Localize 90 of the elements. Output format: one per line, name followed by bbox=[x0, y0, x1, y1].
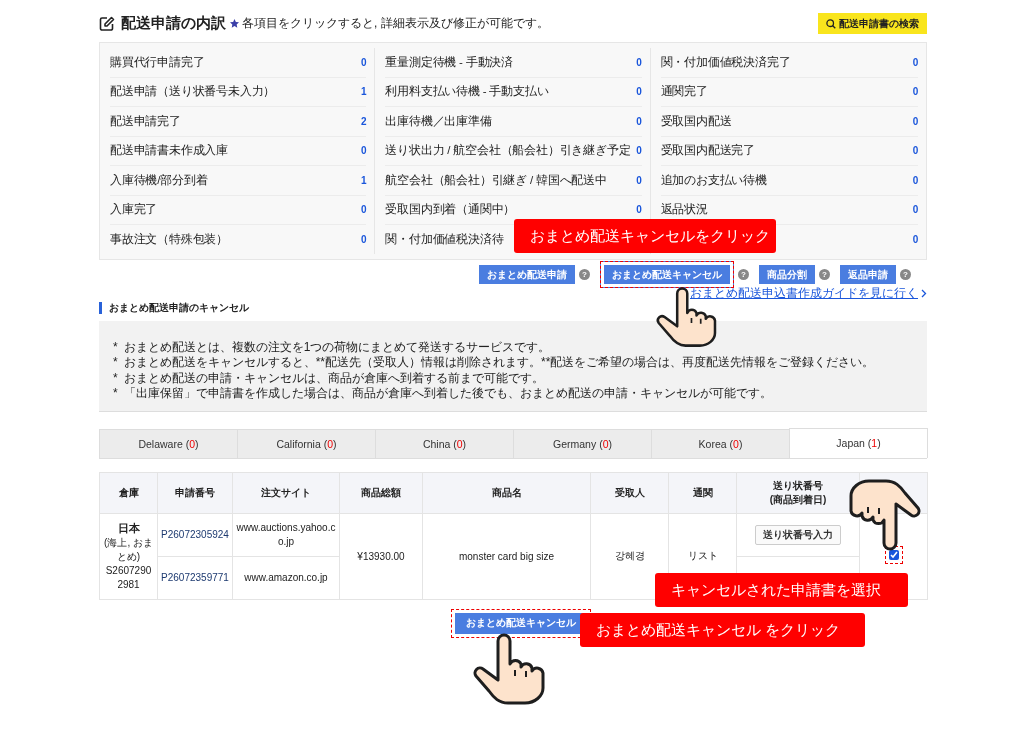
column-header: 倉庫 bbox=[99, 472, 158, 513]
column-header: 通関 bbox=[668, 472, 737, 513]
status-label[interactable]: 配送申請書未作成入庫 bbox=[110, 143, 228, 159]
help-icon[interactable]: ? bbox=[738, 269, 749, 280]
status-count[interactable]: 0 bbox=[360, 204, 367, 216]
status-label[interactable]: 通関完了 bbox=[660, 84, 708, 100]
help-icon[interactable]: ? bbox=[900, 269, 911, 280]
status-label[interactable]: 関・付加価値税決済完了 bbox=[660, 54, 791, 70]
column-header: 送り状番号 (商品到着日) bbox=[736, 472, 860, 513]
status-count[interactable]: 0 bbox=[912, 204, 918, 216]
status-count[interactable]: 0 bbox=[636, 145, 642, 157]
table-cell: www.auctions.yahoo.co.jp bbox=[232, 513, 340, 556]
table-cell[interactable]: P26072305924 bbox=[157, 513, 233, 556]
status-label[interactable]: 受取国内配送 bbox=[660, 113, 732, 129]
warehouse-tab[interactable]: Korea (0) bbox=[651, 428, 790, 458]
table-cell: (海上, おまとめ) bbox=[104, 536, 153, 562]
status-count[interactable]: 0 bbox=[912, 233, 918, 245]
help-icon[interactable]: ? bbox=[579, 269, 590, 280]
notice-text: 「出庫保留」で申請書を作成した場合は、商品が倉庫へ到着した後でも、おまとめ配送の申請・キャンセルが可能です。 bbox=[123, 386, 772, 402]
status-label[interactable]: 利用料支払い待機 - 手動支払い bbox=[385, 84, 549, 100]
callout-label: おまとめ配送キャンセルをクリック bbox=[514, 219, 776, 253]
status-label[interactable]: 送り状出力 / 航空会社（船会社）引き継ぎ予定 bbox=[385, 143, 631, 159]
search-button[interactable]: 配送申請書の検索 bbox=[818, 13, 927, 34]
status-count[interactable]: 0 bbox=[912, 56, 918, 68]
hint-text: 各項目をクリックすると, 詳細表示及び修正が可能です。 bbox=[242, 15, 549, 32]
status-count[interactable]: 1 bbox=[360, 86, 367, 98]
bullet-mark: * bbox=[113, 370, 118, 386]
status-label[interactable]: 受取国内配送完了 bbox=[660, 143, 756, 159]
warehouse-tab[interactable]: Germany (0) bbox=[513, 428, 652, 458]
warehouse-tab[interactable]: Japan (1) bbox=[789, 427, 928, 458]
status-label[interactable]: 航空会社（船会社）引継ぎ / 韓国へ配送中 bbox=[385, 172, 607, 188]
status-count[interactable]: 0 bbox=[912, 115, 918, 127]
search-icon bbox=[826, 18, 836, 29]
notice-text: おまとめ配送の申請・キャンセルは、商品が倉庫へ到着する前まで可能です。 bbox=[123, 370, 544, 386]
table-cell: S26072902981 bbox=[105, 564, 152, 590]
status-count[interactable]: 0 bbox=[636, 174, 642, 186]
warehouse-tab[interactable]: China (0) bbox=[375, 428, 514, 458]
status-count[interactable]: 0 bbox=[360, 56, 367, 68]
status-label[interactable]: 購買代行申請完了 bbox=[110, 54, 205, 70]
tracking-input-button[interactable]: 送り状番号入力 bbox=[755, 524, 841, 545]
status-count[interactable]: 0 bbox=[636, 115, 642, 127]
column-header: 受取人 bbox=[590, 472, 669, 513]
status-count[interactable]: 0 bbox=[636, 56, 642, 68]
table-cell: monster card big size bbox=[422, 513, 591, 599]
status-label[interactable]: 入庫待機/部分到着 bbox=[110, 172, 208, 188]
status-count[interactable]: 2 bbox=[360, 115, 367, 127]
warehouse-tab[interactable]: California (0) bbox=[237, 428, 376, 458]
status-count[interactable]: 0 bbox=[360, 145, 367, 157]
status-label[interactable]: 重量測定待機 - 手動決済 bbox=[385, 54, 513, 70]
notice-text: おまとめ配送をキャンセルすると、**配送先（受取人）情報は削除されます。**配送をご希望の場合は、再度配送先情報をご登録ください。 bbox=[123, 355, 875, 371]
chevron-right-icon bbox=[921, 289, 927, 298]
status-count[interactable]: 0 bbox=[636, 204, 642, 216]
action-button[interactable]: 返品申請 bbox=[840, 265, 896, 284]
table-cell[interactable]: P26072359771 bbox=[157, 556, 233, 599]
star-icon bbox=[230, 19, 239, 28]
bullet-mark: * bbox=[113, 386, 118, 402]
status-count[interactable]: 1 bbox=[360, 174, 367, 186]
callout-label: キャンセルされた申請書を選択 bbox=[655, 573, 908, 607]
status-label[interactable]: 配送申請（送り状番号未入力） bbox=[110, 84, 276, 100]
column-header: 申請番号 bbox=[157, 472, 233, 513]
status-label[interactable]: 事故注文（特殊包装） bbox=[110, 231, 228, 247]
action-button[interactable]: おまとめ配送キャンセル bbox=[600, 261, 734, 288]
action-button[interactable]: おまとめ配送申請 bbox=[479, 265, 575, 284]
status-label[interactable]: 関・付加価値税決済待 bbox=[385, 231, 504, 247]
edit-icon bbox=[99, 15, 115, 32]
section-title: 配送申請の内訳 bbox=[121, 14, 226, 33]
notice-text: おまとめ配送とは、複数の注文を1つの荷物にまとめて発送するサービスです。 bbox=[123, 339, 551, 355]
status-count[interactable]: 0 bbox=[360, 233, 367, 245]
status-count[interactable]: 0 bbox=[636, 86, 642, 98]
status-label[interactable]: 返品状況 bbox=[660, 202, 708, 218]
status-label[interactable]: 配送申請完了 bbox=[110, 113, 181, 129]
bullet-mark: * bbox=[113, 339, 118, 355]
bullet-mark: * bbox=[113, 355, 118, 371]
column-header: 商品名 bbox=[422, 472, 591, 513]
status-count[interactable]: 0 bbox=[912, 174, 918, 186]
action-button[interactable]: 商品分割 bbox=[759, 265, 815, 284]
column-header: 商品総額 bbox=[339, 472, 423, 513]
column-header: 注文サイト bbox=[232, 472, 340, 513]
status-count[interactable]: 0 bbox=[912, 145, 918, 157]
table-cell: ¥13930.00 bbox=[339, 513, 423, 599]
status-label[interactable]: 追加のお支払い待機 bbox=[660, 172, 767, 188]
table-cell: 日本 bbox=[117, 521, 140, 534]
help-icon[interactable]: ? bbox=[819, 269, 830, 280]
status-label[interactable]: 入庫完了 bbox=[110, 202, 158, 218]
status-label[interactable]: 出庫待機／出庫準備 bbox=[385, 113, 492, 129]
status-label[interactable]: 受取国内到着（通関中） bbox=[385, 202, 516, 218]
warehouse-tab[interactable]: Delaware (0) bbox=[99, 428, 238, 458]
callout-label: おまとめ配送キャンセル をクリック bbox=[580, 613, 865, 647]
status-count[interactable]: 0 bbox=[912, 86, 918, 98]
guide-link[interactable]: おまとめ配送申込書作成ガイドを見に行く bbox=[690, 285, 918, 302]
